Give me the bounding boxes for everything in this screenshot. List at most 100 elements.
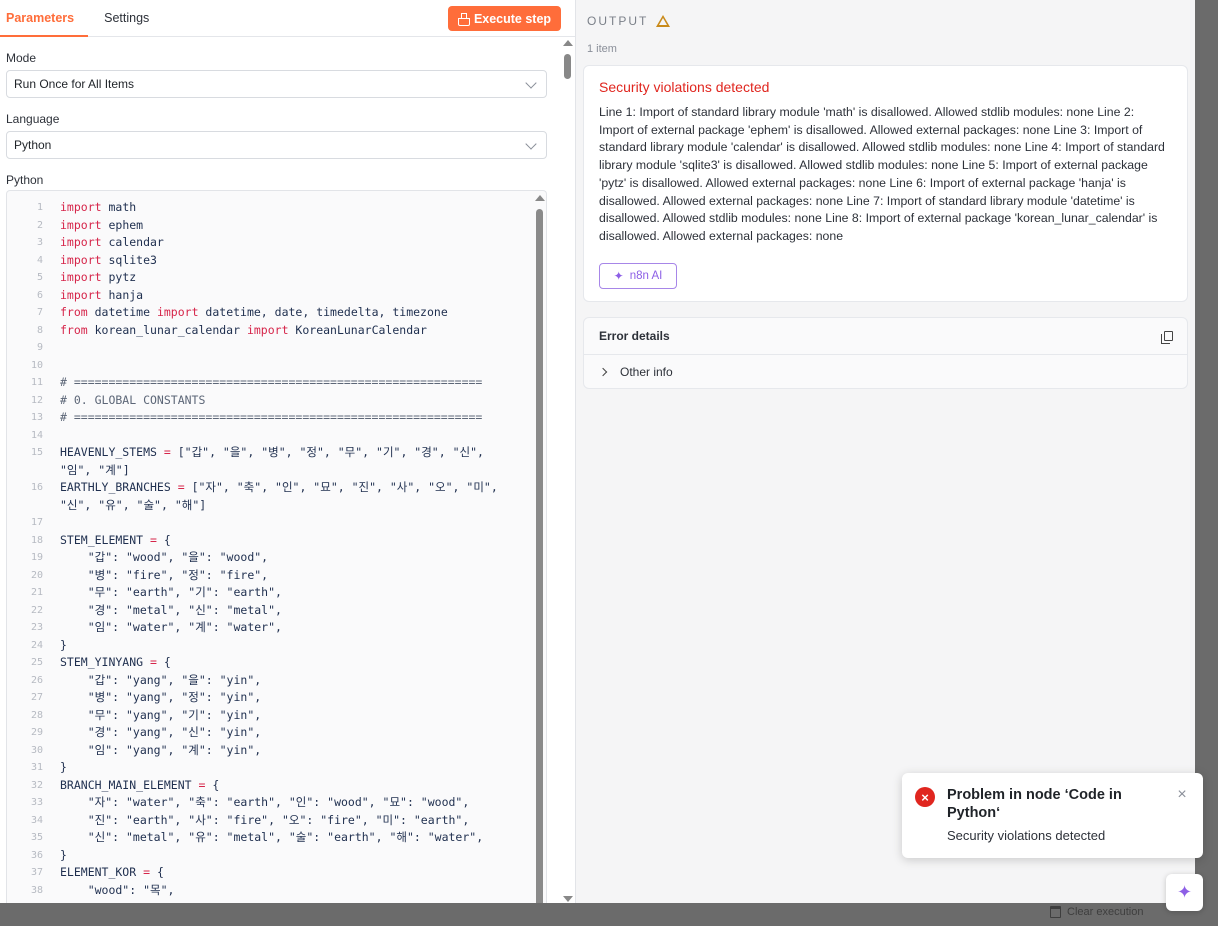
code-line[interactable]: 29 "경": "yang", "신": "yin",	[7, 724, 498, 742]
code-line[interactable]: 35 "신": "metal", "유": "metal", "술": "ear…	[7, 829, 498, 847]
code-line[interactable]: 6 import hanja	[7, 287, 498, 305]
code-line[interactable]: 25 STEM_YINYANG = {	[7, 654, 498, 672]
other-info-toggle[interactable]: Other info	[584, 355, 1187, 389]
code-line[interactable]: 26 "갑": "yang", "을": "yin",	[7, 672, 498, 690]
toast-title: Problem in node ‘Code in Python‘	[947, 787, 1122, 821]
error-details-header: Error details	[584, 318, 1187, 355]
code-text: from datetime import datetime, date, tim…	[43, 304, 448, 322]
code-line[interactable]: 12 # 0. GLOBAL CONSTANTS	[7, 392, 498, 410]
code-text: }	[43, 637, 67, 655]
code-token: "갑": "yang", "을": "yin",	[60, 672, 262, 687]
code-token: from	[60, 305, 88, 319]
code-token: "임": "water", "계": "water",	[60, 620, 282, 634]
code-token: ELEMENT_KOR	[60, 865, 144, 879]
execute-step-button[interactable]: Execute step	[448, 6, 561, 31]
scroll-up-arrow[interactable]	[535, 195, 545, 201]
n8n-ai-button[interactable]: ✦ n8n AI	[599, 262, 677, 289]
code-line[interactable]: 21 "무": "earth", "기": "earth",	[7, 584, 498, 602]
panel-tabs: Parameters Settings Execute step	[0, 0, 575, 37]
ask-ai-button[interactable]: ✦	[1166, 874, 1203, 911]
line-number: 21	[30, 587, 43, 598]
line-number: 35	[30, 832, 43, 843]
code-token: math	[101, 200, 137, 214]
code-line[interactable]: 31}	[7, 759, 498, 777]
editor-scrollbar[interactable]	[535, 193, 545, 903]
code-line[interactable]: 13 # ====================================…	[7, 409, 498, 427]
code-line[interactable]: 11 # ====================================…	[7, 374, 498, 392]
code-line[interactable]: 18 STEM_ELEMENT = {	[7, 532, 498, 550]
panel-scroll-thumb[interactable]	[564, 54, 571, 79]
tab-settings[interactable]: Settings	[104, 0, 149, 36]
code-line[interactable]: 9	[7, 339, 498, 357]
code-token: import	[60, 270, 102, 284]
line-number: 5	[36, 272, 43, 283]
code-line[interactable]: 16 EARTHLY_BRANCHES = ["자", "축", "인", "묘"…	[7, 479, 498, 497]
line-number: 8	[36, 324, 43, 336]
line-number: 38	[30, 884, 43, 896]
code-line[interactable]: 30 "임": "yang", "계": "yin",	[7, 742, 498, 760]
code-token: ["갑", "을", "병", "정", "무", "기", "경", "신",	[170, 445, 484, 459]
code-line[interactable]: 3 import calendar	[7, 234, 498, 252]
line-number: 37	[30, 867, 43, 878]
code-text: "경": "yang", "신": "yin",	[43, 724, 262, 742]
code-line[interactable]: 4 import sqlite3	[7, 252, 498, 270]
code-line[interactable]: 34 "진": "earth", "사": "fire", "오": "fire…	[7, 812, 498, 830]
error-card: Security violations detected Line 1: Imp…	[583, 65, 1188, 302]
code-text: # 0. GLOBAL CONSTANTS	[43, 392, 205, 410]
line-number: 25	[30, 657, 43, 668]
line-number: 30	[30, 744, 43, 756]
code-line[interactable]: 14	[7, 427, 498, 445]
code-lines[interactable]: 1 import math 2 import ephem 3 import calenda…	[7, 199, 498, 899]
code-line[interactable]: 7 from datetime import datetime, date, ti…	[7, 304, 498, 322]
code-line[interactable]: "신", "유", "술", "해"]	[7, 497, 498, 515]
line-number: 27	[30, 692, 43, 703]
code-line[interactable]: 36}	[7, 847, 498, 865]
editor-scroll-thumb[interactable]	[536, 209, 543, 903]
code-line[interactable]: 20 "병": "fire", "정": "fire",	[7, 567, 498, 585]
code-token: {	[156, 532, 171, 547]
tab-parameters[interactable]: Parameters	[0, 0, 89, 37]
code-line[interactable]: 38 "wood": "목",	[7, 882, 498, 900]
line-number: 2	[36, 219, 43, 231]
code-line[interactable]: 5 import pytz	[7, 269, 498, 287]
panel-scrollbar[interactable]	[563, 40, 573, 902]
scroll-up-arrow[interactable]	[563, 40, 573, 46]
code-line[interactable]: 27 "병": "yang", "정": "yin",	[7, 689, 498, 707]
scroll-down-arrow[interactable]	[563, 896, 573, 902]
code-line[interactable]: 24}	[7, 637, 498, 655]
code-line[interactable]: 37 ELEMENT_KOR = {	[7, 864, 498, 882]
error-title: Security violations detected	[599, 79, 770, 95]
line-number: 22	[30, 604, 43, 616]
code-line[interactable]: 2 import ephem	[7, 217, 498, 235]
code-editor[interactable]: 1 import math 2 import ephem 3 import calenda…	[6, 190, 547, 903]
code-line[interactable]: 8 from korean_lunar_calendar import Korea…	[7, 322, 498, 340]
code-line[interactable]: 19 "갑": "wood", "을": "wood",	[7, 549, 498, 567]
close-icon[interactable]: ×	[1175, 787, 1189, 803]
code-line[interactable]: 32 BRANCH_MAIN_ELEMENT = {	[7, 777, 498, 795]
code-line[interactable]: 17	[7, 514, 498, 532]
line-number: 3	[36, 237, 43, 248]
code-line[interactable]: 28 "무": "yang", "기": "yin",	[7, 707, 498, 725]
code-line[interactable]: 23 "임": "water", "계": "water",	[7, 619, 498, 637]
code-text: }	[43, 847, 67, 865]
code-line[interactable]: 1 import math	[7, 199, 498, 217]
code-token: # 0. GLOBAL CONSTANTS	[60, 392, 206, 407]
code-line[interactable]: 15 HEAVENLY_STEMS = ["갑", "을", "병", "정", …	[7, 444, 498, 462]
code-text: "신", "유", "술", "해"]	[43, 497, 206, 515]
code-line[interactable]: "임", "계"]	[7, 462, 498, 480]
code-token: BRANCH_MAIN_ELEMENT	[60, 777, 199, 792]
code-token: STEM_ELEMENT	[60, 532, 151, 547]
copy-icon[interactable]	[1161, 331, 1173, 344]
mode-select[interactable]: Run Once for All Items	[6, 70, 547, 98]
code-token: import	[60, 252, 102, 267]
code-line[interactable]: 10	[7, 357, 498, 375]
line-number: 12	[30, 394, 43, 406]
code-line[interactable]: 22 "경": "metal", "신": "metal",	[7, 602, 498, 620]
language-select[interactable]: Python	[6, 131, 547, 159]
code-line[interactable]: 33 "자": "water", "축": "earth", "인": "woo…	[7, 794, 498, 812]
warning-triangle-icon	[656, 15, 671, 27]
code-token: datetime	[87, 305, 157, 319]
sparkle-icon: ✦	[613, 268, 624, 283]
code-text: import pytz	[43, 269, 136, 287]
